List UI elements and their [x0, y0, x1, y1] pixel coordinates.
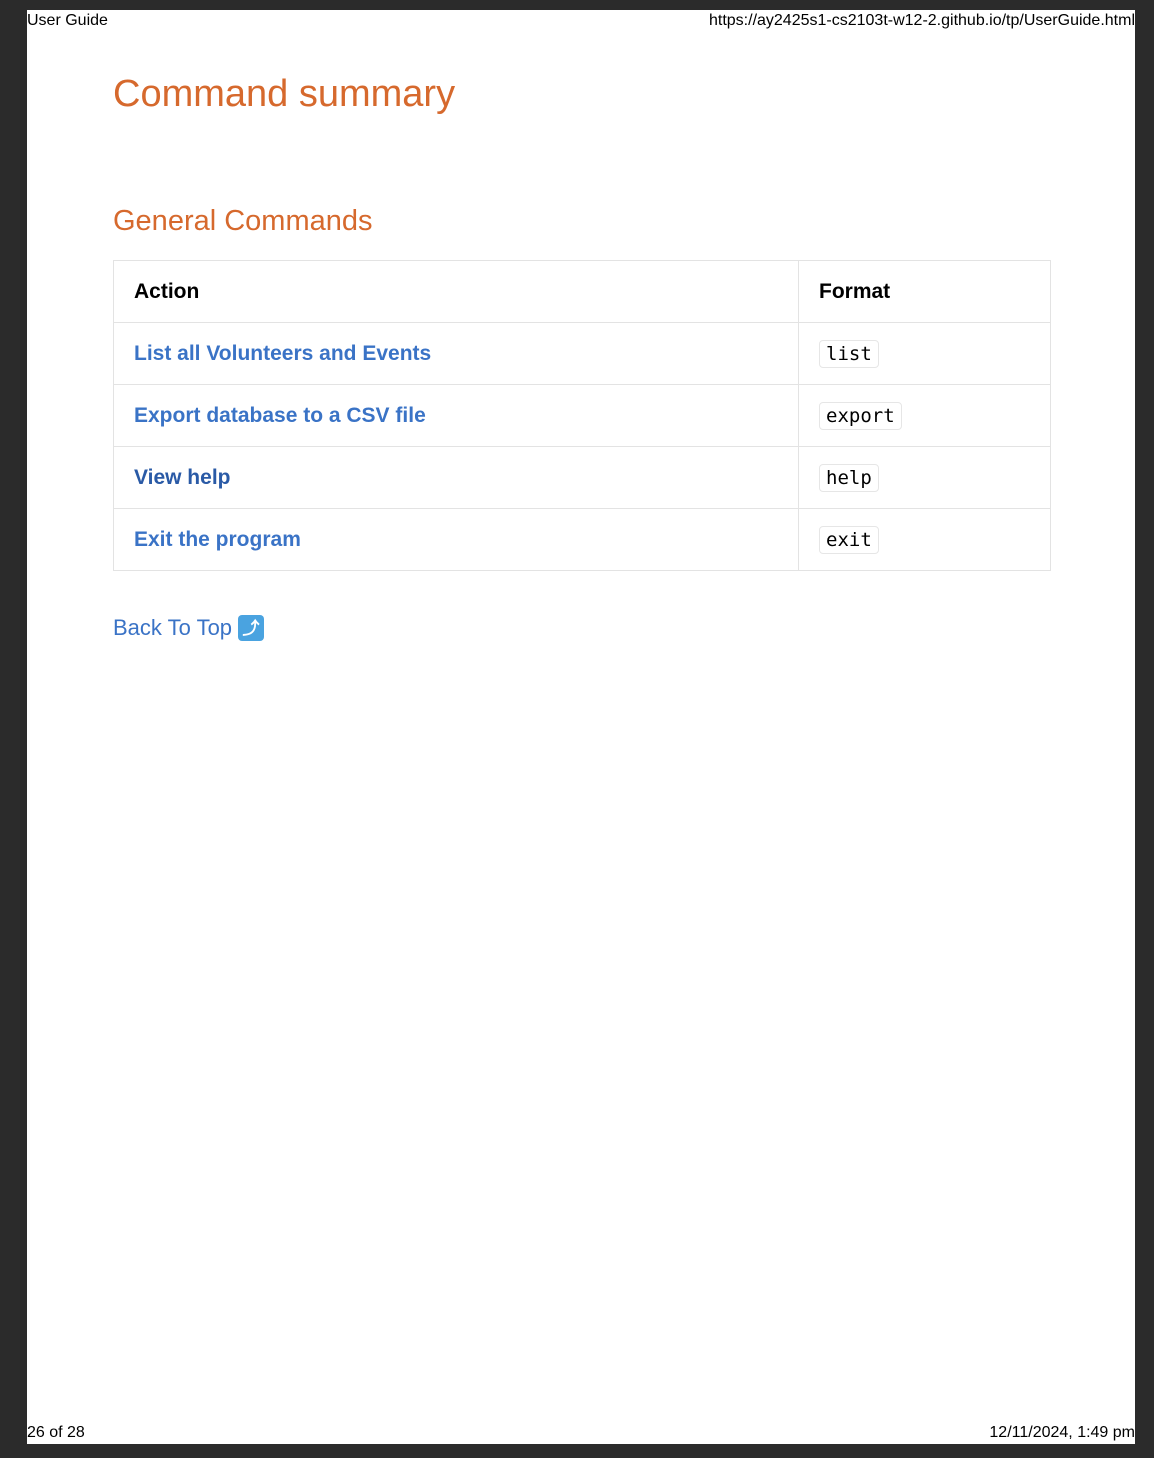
format-cell: export	[798, 384, 1051, 448]
table-row: View help help	[113, 446, 1051, 510]
arrow-up-right-icon: ⤴	[238, 615, 265, 642]
print-footer-page-number: 26 of 28	[27, 1424, 85, 1441]
format-code: export	[819, 401, 902, 430]
action-link-help[interactable]: View help	[134, 466, 230, 489]
format-code: list	[819, 339, 879, 368]
table-row: List all Volunteers and Events list	[113, 322, 1051, 386]
print-header: User Guide https://ay2425s1-cs2103t-w12-…	[27, 10, 1135, 34]
section-heading: General Commands	[113, 205, 373, 238]
table-header-row: Action Format	[113, 260, 1051, 324]
format-cell: exit	[798, 508, 1051, 572]
format-code: exit	[819, 525, 879, 554]
column-header-action: Action	[113, 260, 799, 324]
action-cell: View help	[113, 446, 799, 510]
action-link-export[interactable]: Export database to a CSV file	[134, 404, 426, 427]
back-to-top-link[interactable]: Back To Top ⤴	[113, 615, 265, 642]
print-footer-datetime: 12/11/2024, 1:49 pm	[989, 1424, 1135, 1441]
table-row: Export database to a CSV file export	[113, 384, 1051, 448]
action-link-exit[interactable]: Exit the program	[134, 528, 301, 551]
print-header-title: User Guide	[27, 12, 108, 29]
pdf-page: User Guide https://ay2425s1-cs2103t-w12-…	[27, 10, 1135, 1444]
command-summary-table: Action Format List all Volunteers and Ev…	[113, 260, 1051, 572]
action-link-list[interactable]: List all Volunteers and Events	[134, 342, 431, 365]
table-row: Exit the program exit	[113, 508, 1051, 572]
format-cell: help	[798, 446, 1051, 510]
back-to-top-label: Back To Top	[113, 615, 233, 641]
print-footer: 26 of 28 12/11/2024, 1:49 pm	[27, 1420, 1135, 1444]
print-header-url: https://ay2425s1-cs2103t-w12-2.github.io…	[708, 12, 1135, 29]
action-cell: List all Volunteers and Events	[113, 322, 799, 386]
main-content: Command summary General Commands Action …	[113, 70, 1051, 642]
action-cell: Export database to a CSV file	[113, 384, 799, 448]
format-cell: list	[798, 322, 1051, 386]
action-cell: Exit the program	[113, 508, 799, 572]
page-heading: Command summary	[113, 73, 456, 115]
column-header-format: Format	[798, 260, 1051, 324]
format-code: help	[819, 463, 879, 492]
